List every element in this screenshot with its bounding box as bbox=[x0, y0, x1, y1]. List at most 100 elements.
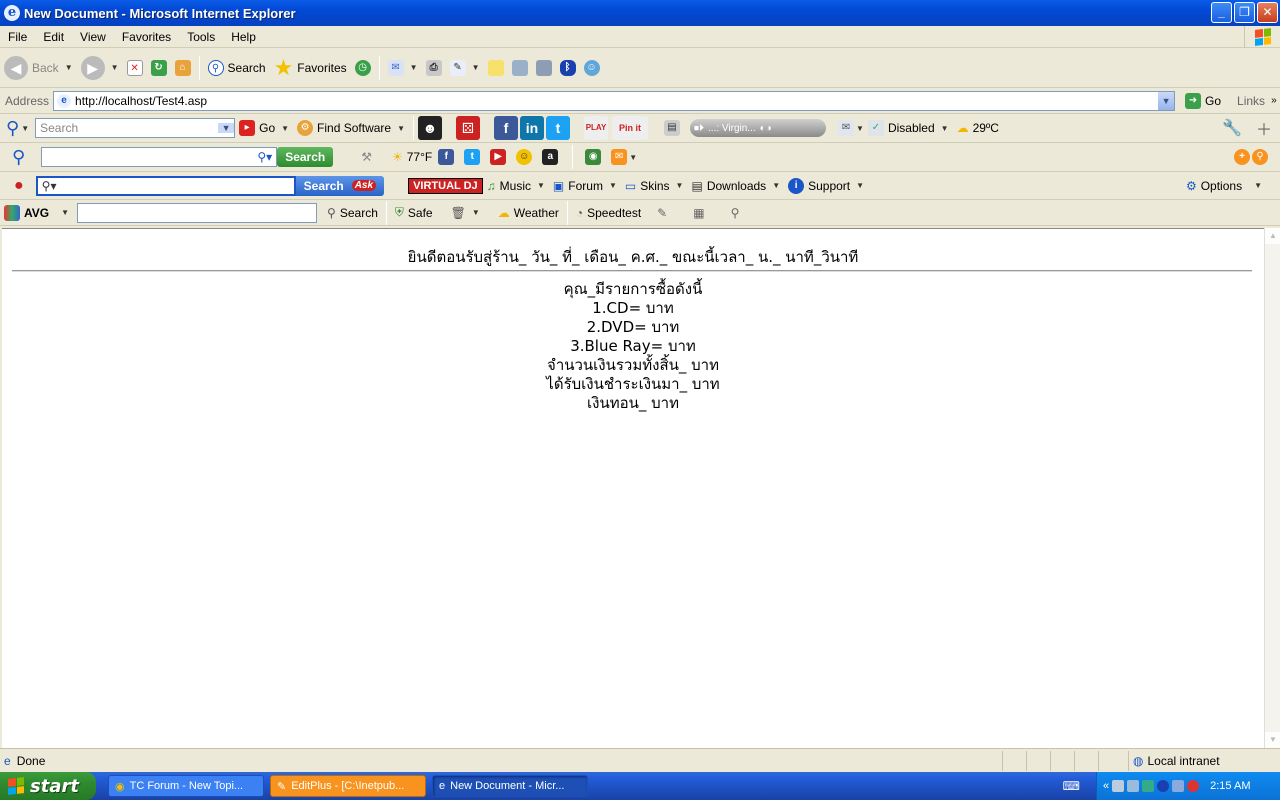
avg-menu[interactable]: AVG ▼ bbox=[0, 198, 73, 228]
go-button[interactable]: ➜ Go bbox=[1181, 86, 1225, 116]
find-software-button[interactable]: ⚙ Find Software ▼ bbox=[293, 113, 409, 143]
tools-icon[interactable]: ⚒ bbox=[361, 150, 372, 164]
robot-icon[interactable]: ☻ bbox=[418, 116, 443, 140]
tray-bluetooth-icon[interactable] bbox=[1157, 780, 1170, 792]
toolbar3-search-button[interactable]: Search bbox=[277, 147, 334, 167]
camera-icon[interactable]: ◉ bbox=[585, 149, 602, 165]
history-button[interactable]: ◷ bbox=[351, 53, 375, 83]
stop-button[interactable]: ✕ bbox=[123, 53, 147, 83]
play-vids-icon[interactable]: PLAY bbox=[584, 116, 609, 140]
clock[interactable]: 2:15 AM bbox=[1210, 780, 1250, 792]
weather-widget[interactable]: ☁ 29ºC bbox=[953, 113, 1003, 143]
close-button[interactable]: ✕ bbox=[1257, 2, 1278, 23]
address-dropdown-icon[interactable]: ▼ bbox=[1158, 91, 1175, 110]
dice-icon[interactable]: ⚄ bbox=[456, 116, 481, 140]
tray-volume-icon[interactable] bbox=[1172, 780, 1185, 792]
downloads-menu[interactable]: ▤ Downloads ▼ bbox=[687, 171, 784, 201]
address-input[interactable]: e http://localhost/Test4.asp ▼ bbox=[53, 90, 1176, 111]
menu-edit[interactable]: Edit bbox=[35, 30, 72, 44]
email-icon[interactable]: ✉ bbox=[838, 120, 855, 136]
plus-icon[interactable]: ＋ bbox=[1256, 116, 1272, 140]
restore-button[interactable]: ❐ bbox=[1234, 2, 1255, 23]
messenger-button[interactable] bbox=[508, 53, 532, 83]
bluetooth-button[interactable]: ᛒ bbox=[556, 53, 580, 83]
tray-network-icon[interactable] bbox=[1127, 780, 1140, 792]
twitter-icon[interactable]: t bbox=[464, 149, 481, 165]
taskbar-item-tc-forum[interactable]: ◉ TC Forum - New Topi... bbox=[108, 775, 264, 797]
discuss-button[interactable] bbox=[484, 53, 508, 83]
vertical-scrollbar[interactable]: ▲ ▼ bbox=[1264, 228, 1280, 748]
menu-tools[interactable]: Tools bbox=[179, 30, 223, 44]
tray-icon-1[interactable] bbox=[1112, 780, 1125, 792]
search-dropdown-icon[interactable]: ▼ bbox=[218, 123, 235, 133]
trash-button[interactable]: 🗑 ▼ bbox=[447, 198, 484, 228]
taskbar-item-ie[interactable]: e New Document - Micr... bbox=[432, 775, 588, 797]
messenger-people-button[interactable]: ☺ bbox=[580, 53, 604, 83]
amazon-icon[interactable]: a bbox=[542, 149, 559, 165]
twitter-icon[interactable]: t bbox=[546, 116, 571, 140]
avg-search-button[interactable]: ⚲ Search bbox=[323, 198, 382, 228]
youtube-icon[interactable]: ▶ bbox=[490, 149, 507, 165]
calculator-icon[interactable]: ▦ bbox=[693, 206, 704, 220]
zoom-icon[interactable]: ⚲ bbox=[731, 206, 740, 220]
print-button[interactable]: ⎙ bbox=[422, 53, 446, 83]
options-menu[interactable]: ⚙ Options ▼ bbox=[1182, 171, 1266, 201]
trash-icon: 🗑 bbox=[450, 205, 466, 220]
tray-alert-icon[interactable] bbox=[1187, 780, 1200, 792]
radio-player[interactable]: ⏹⏵ ...: Virgin... ◐◑ bbox=[690, 119, 827, 137]
mail-button[interactable]: ✉ ▼ bbox=[384, 53, 422, 83]
ie-window: e New Document - Microsoft Internet Expl… bbox=[0, 0, 1280, 772]
facebook-icon[interactable]: f bbox=[494, 116, 519, 140]
minimize-button[interactable]: _ bbox=[1211, 2, 1232, 23]
popup-blocker-button[interactable]: ✓ Disabled ▼ bbox=[864, 113, 953, 143]
toolbar3-search-input[interactable]: ⚲▾ bbox=[41, 147, 278, 167]
safe-button[interactable]: ⛨ Safe bbox=[391, 198, 437, 228]
ask-search-button[interactable]: Search Ask bbox=[295, 175, 385, 196]
menu-file[interactable]: File bbox=[0, 30, 35, 44]
skins-menu[interactable]: ▭ Skins ▼ bbox=[621, 171, 688, 201]
weather-button[interactable]: ☁ Weather bbox=[494, 198, 563, 228]
tray-avg-icon[interactable] bbox=[1142, 780, 1155, 792]
forward-button[interactable]: ▶ ▼ bbox=[77, 53, 123, 83]
links-label[interactable]: Links bbox=[1237, 94, 1265, 108]
zone-indicator[interactable]: ◍ Local intranet bbox=[1128, 750, 1280, 771]
avg-search-input[interactable] bbox=[77, 202, 318, 223]
menu-view[interactable]: View bbox=[72, 30, 114, 44]
temperature-text[interactable]: 77°F bbox=[407, 150, 432, 164]
edit-button[interactable]: ✎ ▼ bbox=[446, 53, 484, 83]
support-menu[interactable]: i Support ▼ bbox=[784, 171, 868, 201]
chevron-right-icon[interactable]: » bbox=[1271, 95, 1277, 106]
taskbar-item-editplus[interactable]: ✎ EditPlus - [C:\Inetpub... bbox=[270, 775, 426, 797]
wrench-icon[interactable]: 🔧 bbox=[1222, 118, 1242, 138]
ask-search-input[interactable]: ⚲▾ bbox=[35, 175, 296, 196]
music-menu[interactable]: ♫ Music ▼ bbox=[483, 171, 549, 201]
toolbar-go-button[interactable]: ▸ Go ▼ bbox=[235, 113, 293, 143]
tray-expand-icon[interactable]: « bbox=[1103, 780, 1109, 792]
facebook-icon[interactable]: f bbox=[438, 149, 455, 165]
refresh-button[interactable]: ↻ bbox=[147, 53, 171, 83]
speedtest-button[interactable]: ◔ Speedtest bbox=[572, 198, 645, 228]
search-button[interactable]: ⚲ Search bbox=[204, 53, 270, 83]
home-button[interactable]: ⌂ bbox=[171, 53, 195, 83]
pinterest-icon[interactable]: Pin it bbox=[612, 116, 649, 140]
toolbar-search-input[interactable]: Search ▼ bbox=[35, 118, 236, 138]
mail-icon[interactable]: ✉ bbox=[611, 149, 628, 165]
keyboard-icon[interactable]: ⌨ bbox=[1063, 779, 1080, 793]
magnifier-icon[interactable]: ⚲ bbox=[6, 118, 19, 139]
notepad-icon[interactable]: ✎ bbox=[657, 206, 667, 220]
back-button[interactable]: ◀ Back ▼ bbox=[0, 53, 77, 83]
favorites-button[interactable]: ★ Favorites bbox=[270, 53, 351, 83]
start-button[interactable]: start bbox=[0, 772, 96, 800]
virtual-dj-logo[interactable]: VIRTUAL DJ bbox=[408, 177, 483, 194]
widget-icon[interactable]: ▤ bbox=[664, 120, 681, 136]
menu-favorites[interactable]: Favorites bbox=[114, 30, 179, 44]
linkedin-icon[interactable]: in bbox=[520, 116, 545, 140]
search-orange-icon[interactable]: ⚲ bbox=[1252, 149, 1268, 165]
scroll-down-icon[interactable]: ▼ bbox=[1265, 732, 1280, 748]
forum-menu[interactable]: ▣ Forum ▼ bbox=[549, 171, 621, 201]
research-button[interactable] bbox=[532, 53, 556, 83]
scroll-up-icon[interactable]: ▲ bbox=[1265, 228, 1280, 244]
smiley-icon[interactable]: ☺ bbox=[516, 149, 533, 165]
menu-help[interactable]: Help bbox=[223, 30, 264, 44]
add-icon[interactable]: + bbox=[1234, 149, 1250, 165]
